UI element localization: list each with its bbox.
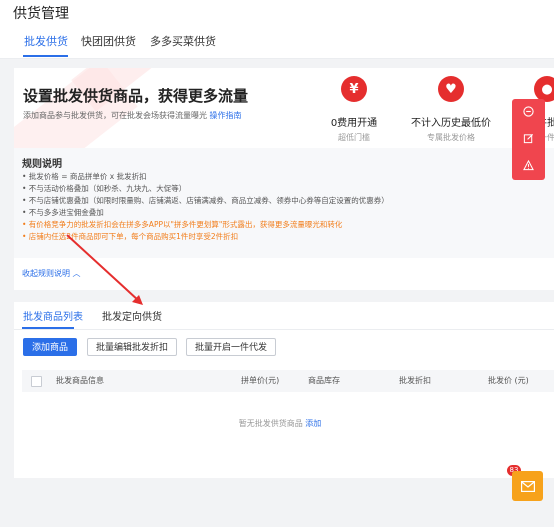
page-title: 供货管理 bbox=[13, 6, 69, 22]
yen-icon: ¥ bbox=[341, 76, 367, 102]
rule-item-highlight: • 有价格竞争力的批发折扣会在拼多多APP以"拼多件更划算"形式露出，获得更多流… bbox=[22, 220, 343, 229]
column-header: 批发商品信息 bbox=[56, 376, 104, 385]
minus-circle-icon[interactable] bbox=[521, 104, 536, 119]
banner-title: 设置批发供货商品，获得更多流量 bbox=[23, 87, 249, 105]
rules-list: • 批发价格 = 商品拼单价 x 批发折扣 • 不与活动价格叠加（如秒杀、九块九… bbox=[22, 171, 389, 243]
banner-subtitle: 添加商品参与批发供货，可在批发会场获得流量曝光 操作指南 bbox=[23, 110, 242, 121]
tab-grocery-supply[interactable]: 多多买菜供货 bbox=[150, 33, 216, 49]
feature-free: ¥ 0费用开通 超低门槛 bbox=[299, 76, 409, 143]
column-header: 批发折扣 bbox=[399, 376, 431, 385]
add-product-button[interactable]: 添加商品 bbox=[23, 338, 78, 356]
empty-text: 暂无批发供货商品 bbox=[238, 419, 303, 428]
rules-box: 规则说明 • 批发价格 = 商品拼单价 x 批发折扣 • 不与活动价格叠加（如秒… bbox=[14, 148, 554, 258]
empty-state: 暂无批发供货商品 添加 bbox=[14, 418, 546, 429]
select-all-checkbox[interactable] bbox=[31, 376, 42, 387]
column-header: 批发价 (元) bbox=[488, 376, 529, 385]
promo-banner: 设置批发供货商品，获得更多流量 添加商品参与批发供货，可在批发会场获得流量曝光 … bbox=[14, 68, 554, 290]
product-panel: 批发商品列表 批发定向供货 添加商品 批量编辑批发折扣 批量开启一件代发 批发商… bbox=[14, 302, 554, 478]
feature-lowest-price: ♥ 不计入历史最低价 专属批发价格 bbox=[396, 76, 506, 143]
heart-diamond-icon: ♥ bbox=[438, 76, 464, 102]
collapse-rules-link[interactable]: 收起规则说明 ︿ bbox=[22, 268, 81, 279]
tab-divider bbox=[14, 329, 554, 330]
column-header: 拼单价(元) bbox=[241, 376, 280, 385]
active-tab-indicator bbox=[23, 55, 68, 57]
tab-wholesale-supply[interactable]: 批发供货 bbox=[24, 33, 68, 49]
mail-button[interactable] bbox=[512, 471, 543, 501]
batch-enable-dropship-button[interactable]: 批量开启一件代发 bbox=[186, 338, 277, 356]
tab-wholesale-list[interactable]: 批发商品列表 bbox=[23, 308, 83, 323]
feature-title: 不计入历史最低价 bbox=[411, 118, 491, 129]
feature-title: 0费用开通 bbox=[330, 118, 378, 129]
rule-item: • 不与活动价格叠加（如秒杀、九块九、大促等） bbox=[22, 184, 187, 193]
rules-title: 规则说明 bbox=[22, 159, 62, 170]
rule-item-highlight: • 店铺内任选2件商品即可下单，每个商品购买1件时享受2件折扣 bbox=[22, 232, 239, 241]
floating-toolbar bbox=[512, 99, 545, 180]
tab-directed-supply[interactable]: 批发定向供货 bbox=[102, 308, 162, 323]
tab-group-buy-supply[interactable]: 快团团供货 bbox=[81, 33, 136, 49]
guide-link[interactable]: 操作指南 bbox=[210, 111, 242, 120]
feature-subtitle: 专属批发价格 bbox=[427, 133, 475, 142]
mail-icon bbox=[520, 480, 535, 492]
edit-icon[interactable] bbox=[521, 131, 536, 146]
header: 供货管理 批发供货 快团团供货 多多买菜供货 bbox=[0, 0, 554, 59]
table-header: 批发商品信息 拼单价(元) 商品库存 批发折扣 批发价 (元) bbox=[22, 370, 554, 392]
add-link[interactable]: 添加 bbox=[305, 419, 321, 428]
rule-item: • 不与店铺优惠叠加（如限时限量购、店铺满返、店铺满减券、商品立减券、领券中心券… bbox=[22, 196, 389, 205]
rule-item: • 不与多多进宝佣金叠加 bbox=[22, 208, 104, 217]
warning-icon[interactable] bbox=[521, 158, 536, 173]
batch-edit-discount-button[interactable]: 批量编辑批发折扣 bbox=[87, 338, 178, 356]
rule-item: • 批发价格 = 商品拼单价 x 批发折扣 bbox=[22, 172, 147, 181]
feature-subtitle: 超低门槛 bbox=[338, 133, 370, 142]
banner-subtitle-text: 添加商品参与批发供货，可在批发会场获得流量曝光 bbox=[23, 111, 207, 120]
column-header: 商品库存 bbox=[308, 376, 340, 385]
